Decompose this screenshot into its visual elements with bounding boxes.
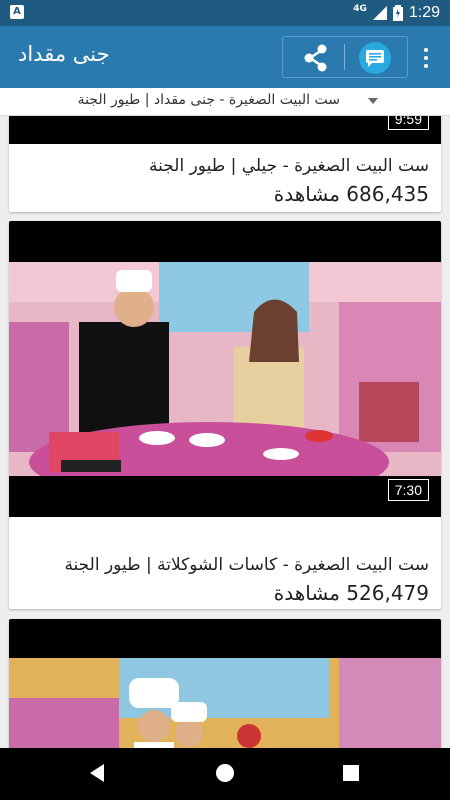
duration-badge: 7:30: [387, 479, 429, 501]
more-options-button[interactable]: [418, 46, 434, 70]
video-thumbnail[interactable]: [9, 619, 441, 748]
home-icon[interactable]: [216, 764, 234, 782]
dropdown-arrow-icon: [368, 98, 378, 104]
video-thumbnail[interactable]: [9, 116, 441, 144]
video-title: ست البيت الصغيرة - جيلي | طيور الجنة: [149, 156, 429, 176]
status-bar: A 4G 1:29: [0, 0, 450, 26]
clock: 1:29: [408, 4, 440, 21]
thumbnail-image: [9, 262, 441, 476]
video-card[interactable]: 9:59 ست البيت الصغيرة - جيلي | طيور الجن…: [9, 116, 441, 212]
app-title: جنى مقداد: [18, 42, 110, 66]
action-divider: [344, 44, 345, 70]
video-list[interactable]: 9:59 ست البيت الصغيرة - جيلي | طيور الجن…: [0, 116, 450, 748]
status-indicators: 4G 1:29: [353, 4, 440, 22]
playlist-dropdown[interactable]: ست البيت الصغيرة - جنى مقداد | طيور الجن…: [0, 88, 450, 116]
share-icon: [304, 44, 327, 72]
app-bar: جنى مقداد: [0, 26, 450, 88]
signal-icon: [372, 6, 387, 20]
network-type: 4G: [353, 4, 367, 14]
video-card[interactable]: [9, 619, 441, 748]
video-title: ست البيت الصغيرة - كاسات الشوكلاتة | طيو…: [64, 555, 429, 575]
video-card[interactable]: 7:30 ست البيت الصغيرة - كاسات الشوكلاتة …: [9, 221, 441, 609]
back-icon[interactable]: [90, 764, 104, 782]
duration-badge: 9:59: [387, 116, 429, 130]
message-icon: [366, 50, 384, 67]
share-button[interactable]: [300, 42, 332, 74]
playlist-selected: ست البيت الصغيرة - جنى مقداد | طيور الجن…: [77, 92, 340, 108]
view-count: 686,435 مشاهدة: [273, 182, 429, 206]
video-thumbnail[interactable]: [9, 221, 441, 517]
battery-icon: [392, 5, 403, 21]
thumbnail-image: [9, 658, 441, 748]
more-vert-icon: [424, 48, 428, 52]
recents-icon[interactable]: [343, 765, 359, 781]
view-count: 526,479 مشاهدة: [273, 581, 429, 605]
navigation-bar: [0, 748, 450, 800]
message-button[interactable]: [359, 42, 391, 74]
notification-icon: A: [10, 5, 24, 19]
